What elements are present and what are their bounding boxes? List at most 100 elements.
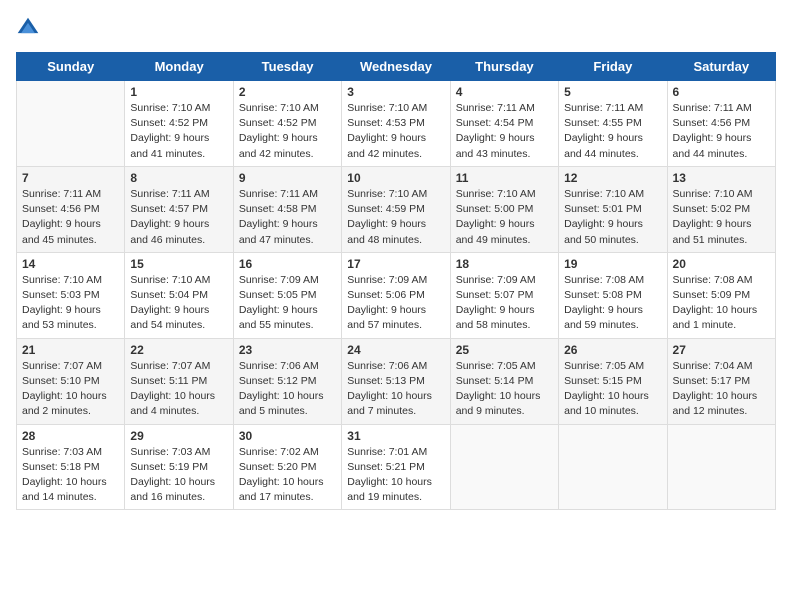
- day-info: Sunrise: 7:03 AMSunset: 5:18 PMDaylight:…: [22, 445, 119, 506]
- day-number: 22: [130, 343, 227, 357]
- day-detail: Sunrise: 7:06 AM: [239, 359, 336, 374]
- day-detail: Daylight: 9 hours and 58 minutes.: [456, 303, 553, 333]
- calendar-cell: 6 Sunrise: 7:11 AMSunset: 4:56 PMDaylight…: [667, 81, 775, 167]
- day-detail: Daylight: 9 hours and 53 minutes.: [22, 303, 119, 333]
- day-detail: Daylight: 9 hours and 48 minutes.: [347, 217, 444, 247]
- day-detail: Sunrise: 7:08 AM: [673, 273, 770, 288]
- day-detail: Sunset: 5:02 PM: [673, 202, 770, 217]
- calendar-table: SundayMondayTuesdayWednesdayThursdayFrid…: [16, 52, 776, 510]
- day-detail: Sunrise: 7:09 AM: [347, 273, 444, 288]
- calendar-cell: 16Sunrise: 7:09 AMSunset: 5:05 PMDayligh…: [233, 252, 341, 338]
- day-number: 1: [130, 85, 227, 99]
- day-info: Sunrise: 7:11 AMSunset: 4:54 PMDaylight:…: [456, 101, 553, 162]
- day-number: 28: [22, 429, 119, 443]
- day-detail: Sunrise: 7:08 AM: [564, 273, 661, 288]
- calendar-cell: 18Sunrise: 7:09 AMSunset: 5:07 PMDayligh…: [450, 252, 558, 338]
- day-detail: Daylight: 9 hours and 42 minutes.: [239, 131, 336, 161]
- calendar-cell: 26Sunrise: 7:05 AMSunset: 5:15 PMDayligh…: [559, 338, 667, 424]
- day-number: 31: [347, 429, 444, 443]
- day-info: Sunrise: 7:10 AMSunset: 4:59 PMDaylight:…: [347, 187, 444, 248]
- day-detail: Sunset: 5:19 PM: [130, 460, 227, 475]
- day-detail: Sunset: 5:05 PM: [239, 288, 336, 303]
- day-detail: Daylight: 9 hours and 44 minutes.: [673, 131, 770, 161]
- day-detail: Sunset: 5:10 PM: [22, 374, 119, 389]
- day-number: 16: [239, 257, 336, 271]
- logo: [16, 16, 44, 40]
- calendar-cell: [17, 81, 125, 167]
- day-detail: Daylight: 10 hours and 1 minute.: [673, 303, 770, 333]
- calendar-cell: 19Sunrise: 7:08 AMSunset: 5:08 PMDayligh…: [559, 252, 667, 338]
- day-detail: Daylight: 9 hours and 44 minutes.: [564, 131, 661, 161]
- day-info: Sunrise: 7:10 AMSunset: 4:52 PMDaylight:…: [130, 101, 227, 162]
- day-of-week-header: Thursday: [450, 53, 558, 81]
- day-detail: Sunset: 5:11 PM: [130, 374, 227, 389]
- day-detail: Daylight: 9 hours and 42 minutes.: [347, 131, 444, 161]
- calendar-cell: 15Sunrise: 7:10 AMSunset: 5:04 PMDayligh…: [125, 252, 233, 338]
- calendar-cell: 21Sunrise: 7:07 AMSunset: 5:10 PMDayligh…: [17, 338, 125, 424]
- day-number: 23: [239, 343, 336, 357]
- day-info: Sunrise: 7:01 AMSunset: 5:21 PMDaylight:…: [347, 445, 444, 506]
- calendar-cell: 29 Sunrise: 7:03 AMSunset: 5:19 PMDayligh…: [125, 424, 233, 510]
- day-detail: Sunrise: 7:03 AM: [22, 445, 119, 460]
- day-detail: Daylight: 10 hours and 16 minutes.: [130, 475, 227, 505]
- day-detail: Daylight: 9 hours and 50 minutes.: [564, 217, 661, 247]
- day-detail: Sunrise: 7:11 AM: [130, 187, 227, 202]
- day-detail: Sunset: 5:20 PM: [239, 460, 336, 475]
- day-detail: Daylight: 9 hours and 43 minutes.: [456, 131, 553, 161]
- day-detail: Sunset: 4:59 PM: [347, 202, 444, 217]
- day-detail: Sunrise: 7:11 AM: [564, 101, 661, 116]
- day-detail: Sunrise: 7:10 AM: [130, 273, 227, 288]
- day-detail: Sunrise: 7:10 AM: [347, 101, 444, 116]
- day-detail: Daylight: 10 hours and 9 minutes.: [456, 389, 553, 419]
- day-of-week-header: Friday: [559, 53, 667, 81]
- day-detail: Sunrise: 7:03 AM: [130, 445, 227, 460]
- day-number: 7: [22, 171, 119, 185]
- calendar-cell: 5Sunrise: 7:11 AMSunset: 4:55 PMDaylight…: [559, 81, 667, 167]
- day-of-week-header: Wednesday: [342, 53, 450, 81]
- day-number: 2: [239, 85, 336, 99]
- day-detail: Sunset: 5:01 PM: [564, 202, 661, 217]
- day-number: 18: [456, 257, 553, 271]
- day-detail: Daylight: 10 hours and 19 minutes.: [347, 475, 444, 505]
- day-detail: Sunrise: 7:10 AM: [673, 187, 770, 202]
- page-header: [16, 16, 776, 40]
- calendar-cell: 9Sunrise: 7:11 AMSunset: 4:58 PMDaylight…: [233, 166, 341, 252]
- day-number: 13: [673, 171, 770, 185]
- day-detail: Sunrise: 7:10 AM: [130, 101, 227, 116]
- day-detail: Daylight: 10 hours and 17 minutes.: [239, 475, 336, 505]
- day-detail: Daylight: 10 hours and 2 minutes.: [22, 389, 119, 419]
- calendar-cell: 12Sunrise: 7:10 AMSunset: 5:01 PMDayligh…: [559, 166, 667, 252]
- day-info: Sunrise: 7:02 AMSunset: 5:20 PMDaylight:…: [239, 445, 336, 506]
- calendar-cell: [667, 424, 775, 510]
- day-detail: Sunrise: 7:10 AM: [564, 187, 661, 202]
- day-info: Sunrise: 7:11 AMSunset: 4:56 PMDaylight:…: [22, 187, 119, 248]
- calendar-cell: [450, 424, 558, 510]
- day-detail: Sunset: 5:03 PM: [22, 288, 119, 303]
- day-info: Sunrise: 7:10 AMSunset: 4:53 PMDaylight:…: [347, 101, 444, 162]
- calendar-cell: 4Sunrise: 7:11 AMSunset: 4:54 PMDaylight…: [450, 81, 558, 167]
- day-detail: Daylight: 9 hours and 55 minutes.: [239, 303, 336, 333]
- day-detail: Sunset: 5:06 PM: [347, 288, 444, 303]
- calendar-cell: 27Sunrise: 7:04 AMSunset: 5:17 PMDayligh…: [667, 338, 775, 424]
- calendar-week-row: 7 Sunrise: 7:11 AMSunset: 4:56 PMDaylight…: [17, 166, 776, 252]
- day-info: Sunrise: 7:11 AMSunset: 4:56 PMDaylight:…: [673, 101, 770, 162]
- day-number: 6: [673, 85, 770, 99]
- day-number: 29: [130, 429, 227, 443]
- calendar-week-row: 1 Sunrise: 7:10 AMSunset: 4:52 PMDaylight…: [17, 81, 776, 167]
- calendar-cell: 10Sunrise: 7:10 AMSunset: 4:59 PMDayligh…: [342, 166, 450, 252]
- calendar-cell: 13Sunrise: 7:10 AMSunset: 5:02 PMDayligh…: [667, 166, 775, 252]
- day-number: 25: [456, 343, 553, 357]
- day-number: 26: [564, 343, 661, 357]
- day-detail: Sunset: 5:21 PM: [347, 460, 444, 475]
- day-info: Sunrise: 7:05 AMSunset: 5:14 PMDaylight:…: [456, 359, 553, 420]
- day-detail: Daylight: 9 hours and 49 minutes.: [456, 217, 553, 247]
- day-info: Sunrise: 7:04 AMSunset: 5:17 PMDaylight:…: [673, 359, 770, 420]
- day-detail: Daylight: 10 hours and 10 minutes.: [564, 389, 661, 419]
- day-of-week-header: Tuesday: [233, 53, 341, 81]
- day-detail: Sunrise: 7:10 AM: [456, 187, 553, 202]
- day-detail: Sunrise: 7:01 AM: [347, 445, 444, 460]
- day-detail: Sunset: 4:58 PM: [239, 202, 336, 217]
- day-detail: Daylight: 9 hours and 54 minutes.: [130, 303, 227, 333]
- calendar-cell: 8Sunrise: 7:11 AMSunset: 4:57 PMDaylight…: [125, 166, 233, 252]
- day-of-week-header: Monday: [125, 53, 233, 81]
